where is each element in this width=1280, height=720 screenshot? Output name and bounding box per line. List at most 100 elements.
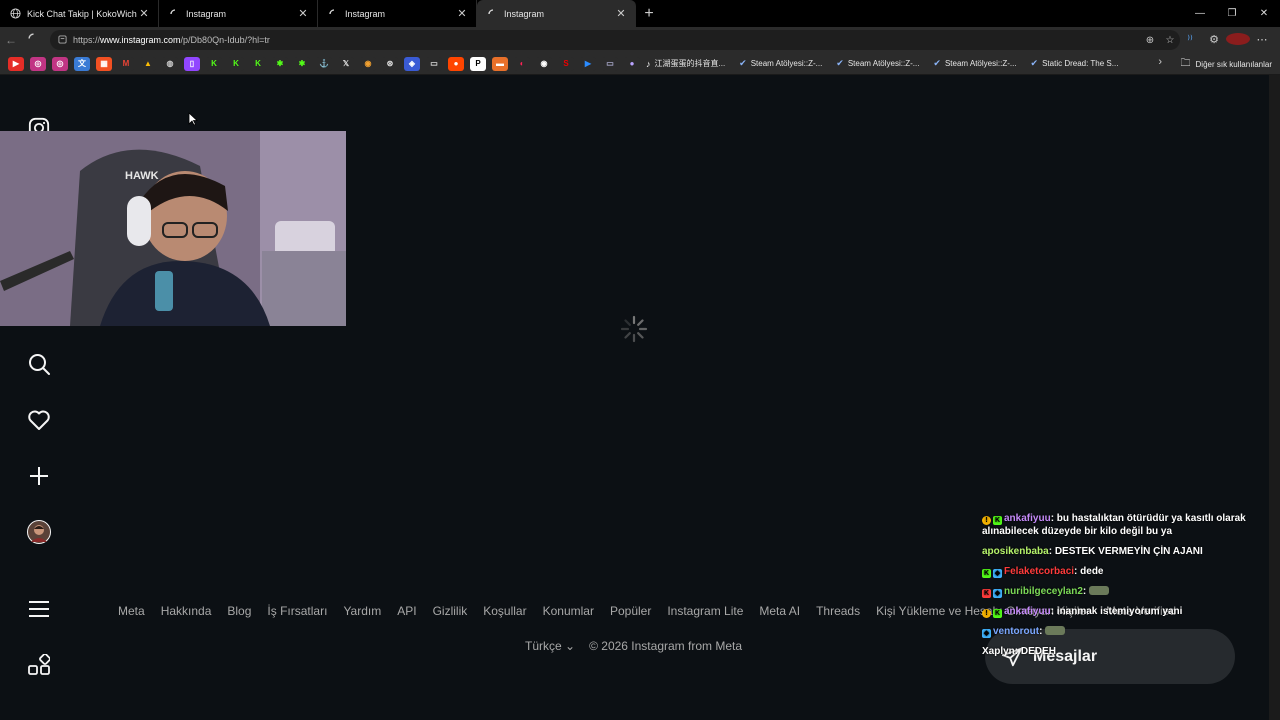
footer-link[interactable]: Hakkında — [161, 604, 212, 618]
restore-icon[interactable]: ❐ — [1216, 0, 1248, 27]
kick-badge-icon: K — [993, 516, 1002, 525]
chat-message: Xaplyn: DEDEH — [982, 646, 1056, 657]
search-icon[interactable] — [26, 351, 52, 377]
menu-icon[interactable] — [26, 596, 52, 622]
kick-icon[interactable]: ✱ — [294, 56, 310, 71]
chat-text: dede — [1080, 566, 1104, 577]
tab-instagram-active[interactable]: Instagram ✕ — [477, 0, 636, 27]
close-tab-icon[interactable]: ✕ — [297, 7, 309, 20]
lock-icon — [58, 34, 67, 46]
tab-title: Instagram — [186, 8, 227, 19]
chat-message: K ◆ nuribilgeceylan2: — [982, 585, 1252, 598]
instagram-icon[interactable]: ◎ — [52, 56, 68, 71]
footer-link[interactable]: API — [397, 604, 416, 618]
close-tab-icon[interactable]: ✕ — [615, 7, 627, 20]
bookmark-steam-2[interactable]: ✔ Steam Atölyesi::Z-... — [836, 58, 919, 69]
read-aloud-icon[interactable]: ⁾⁾ — [1178, 33, 1202, 46]
reload-icon[interactable] — [22, 33, 44, 47]
apps-grid-icon[interactable] — [26, 652, 52, 678]
site-icon[interactable]: ▭ — [602, 56, 618, 71]
reddit-icon[interactable]: ● — [448, 56, 464, 71]
footer-link[interactable]: Meta — [118, 604, 145, 618]
footer-link[interactable]: Meta AI — [759, 604, 800, 618]
kick-icon[interactable]: K — [206, 56, 222, 71]
close-tab-icon[interactable]: ✕ — [456, 7, 468, 20]
site-icon[interactable]: ▭ — [426, 56, 442, 71]
anchor-icon[interactable]: ⚓ — [316, 56, 332, 71]
globe-icon[interactable]: ◍ — [162, 56, 178, 71]
address-row: ← https://www.instagram.com/p/Db80Qn-Idu… — [0, 27, 1280, 53]
zoom-icon[interactable]: ⊕ — [1140, 35, 1160, 46]
loading-icon — [487, 8, 498, 19]
site-icon[interactable]: ▬ — [492, 56, 508, 71]
site-icon[interactable]: ● — [624, 56, 640, 71]
site-icon[interactable]: ◉ — [360, 56, 376, 71]
profile-avatar[interactable] — [1226, 33, 1250, 46]
site-icon[interactable]: ◐ — [514, 56, 530, 71]
webcam-overlay: HAWK — [0, 131, 346, 326]
profile-avatar[interactable] — [26, 519, 52, 545]
site-icon[interactable]: S — [558, 56, 574, 71]
url-text: https://www.instagram.com/p/Db80Qn-Idub/… — [73, 35, 270, 45]
chat-username: Xaplyn — [982, 646, 1015, 657]
window-controls: — ❐ ✕ — [1184, 0, 1280, 27]
favorite-star-icon[interactable]: ☆ — [1160, 35, 1180, 46]
copyright-text: © 2026 Instagram from Meta — [589, 639, 742, 653]
tab-instagram-2[interactable]: Instagram ✕ — [318, 0, 477, 27]
close-tab-icon[interactable]: ✕ — [138, 7, 150, 20]
footer-link[interactable]: Gizlilik — [433, 604, 468, 618]
tab-kick-chat[interactable]: Kick Chat Takip | KokoWich ✕ — [0, 0, 159, 27]
chat-username: ankafiyuu — [1004, 513, 1051, 524]
x-icon[interactable]: 𝕏 — [338, 56, 354, 71]
footer-link[interactable]: Blog — [227, 604, 251, 618]
bookmark-steam-3[interactable]: ✔ Steam Atölyesi::Z-... — [933, 58, 1016, 69]
back-icon[interactable]: ← — [0, 33, 22, 47]
footer-link[interactable]: Popüler — [610, 604, 651, 618]
footer-link[interactable]: Koşullar — [483, 604, 526, 618]
bookmark-tiktok[interactable]: ♪ 江湖蛋蛋的抖音直... — [646, 58, 725, 69]
play-icon[interactable]: ▶ — [580, 56, 596, 71]
minimize-icon[interactable]: — — [1184, 0, 1216, 27]
footer-link[interactable]: Yardım — [343, 604, 381, 618]
site-icon[interactable]: ◉ — [536, 56, 552, 71]
tab-instagram-1[interactable]: Instagram ✕ — [159, 0, 318, 27]
kick-icon[interactable]: ✱ — [272, 56, 288, 71]
footer-link[interactable]: İş Fırsatları — [267, 604, 327, 618]
scrollbar[interactable] — [1269, 75, 1280, 720]
other-favorites[interactable]: 🗀 Diğer sık kullanılanlar — [1181, 56, 1272, 73]
drive-icon[interactable]: ▲ — [140, 56, 156, 71]
bookmarks-bar: ▶ ◎ ◎ 文 ▦ M ▲ ◍ ▯ K K K ✱ ✱ ⚓ 𝕏 ◉ ⊛ ◈ ▭ … — [0, 53, 1280, 75]
bookmark-steam-1[interactable]: ✔ Steam Atölyesi::Z-... — [739, 58, 822, 69]
microsoft-icon[interactable]: ▦ — [96, 56, 112, 71]
bookmark-steam-4[interactable]: ✔ Static Dread: The S... — [1031, 58, 1119, 69]
mouse-cursor-icon — [188, 112, 198, 126]
patreon-icon[interactable]: P — [470, 56, 486, 71]
kick-icon[interactable]: K — [250, 56, 266, 71]
more-menu-icon[interactable]: ⋯ — [1250, 33, 1274, 46]
site-icon[interactable]: ◈ — [404, 56, 420, 71]
kick-icon[interactable]: K — [228, 56, 244, 71]
chat-username: ankafiyuu — [1004, 606, 1051, 617]
chat-message: aposikenbaba: DESTEK VERMEYİN ÇİN AJANI — [982, 546, 1203, 557]
chevron-right-icon[interactable]: › — [1158, 56, 1162, 68]
instagram-icon[interactable]: ◎ — [30, 56, 46, 71]
twitch-icon[interactable]: ▯ — [184, 56, 200, 71]
gmail-icon[interactable]: M — [118, 56, 134, 71]
address-bar[interactable]: https://www.instagram.com/p/Db80Qn-Idub/… — [50, 30, 1180, 50]
badge-icon: ! — [982, 516, 991, 525]
tiktok-icon: ♪ — [646, 58, 651, 69]
new-tab-button[interactable]: + — [636, 5, 662, 23]
close-window-icon[interactable]: ✕ — [1248, 0, 1280, 27]
language-select[interactable]: Türkçe ⌄ — [525, 639, 575, 653]
footer-link[interactable]: Instagram Lite — [667, 604, 743, 618]
tab-title: Instagram — [345, 8, 386, 19]
create-plus-icon[interactable] — [26, 463, 52, 489]
footer-link[interactable]: Konumlar — [543, 604, 594, 618]
site-icon[interactable]: ⊛ — [382, 56, 398, 71]
youtube-icon[interactable]: ▶ — [8, 56, 24, 71]
translate-icon[interactable]: 文 — [74, 56, 90, 71]
heart-icon[interactable] — [26, 407, 52, 433]
footer-link[interactable]: Threads — [816, 604, 860, 618]
extensions-icon[interactable]: ⚙ — [1202, 33, 1226, 46]
steam-icon: ✔ — [836, 58, 844, 68]
